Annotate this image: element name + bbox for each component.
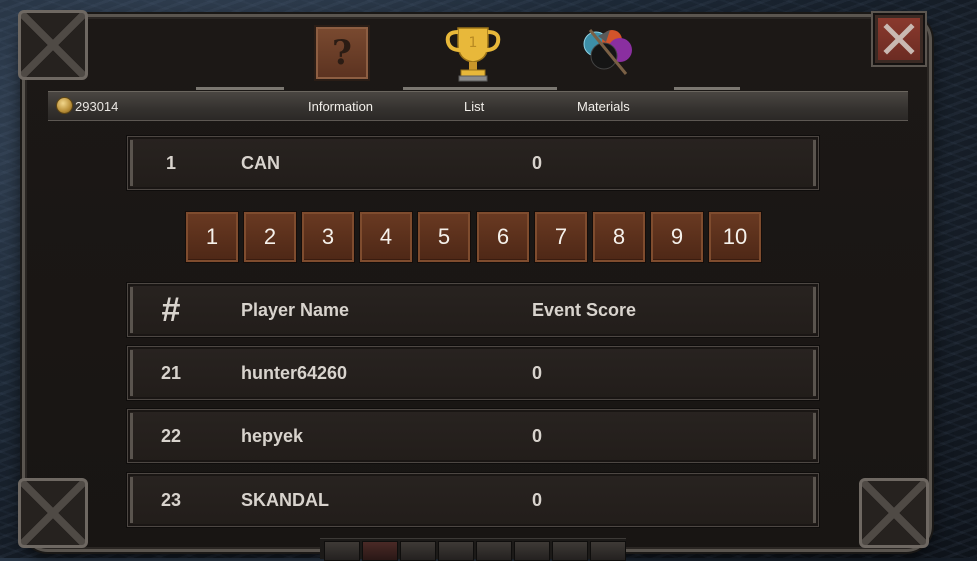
close-x-icon [883, 23, 915, 55]
helmet-icon[interactable] [400, 541, 436, 561]
rank-cell: 1 [165, 153, 176, 173]
tab-information[interactable]: Information [308, 99, 373, 114]
question-mark-icon[interactable]: ? [314, 25, 370, 81]
rifle-icon[interactable] [552, 541, 588, 561]
close-red-icon[interactable] [362, 541, 398, 561]
rank-cell: 21 [160, 363, 182, 383]
page-button[interactable]: 6 [476, 211, 530, 263]
materials-orbs-icon[interactable] [576, 22, 638, 84]
page-button[interactable]: 9 [650, 211, 704, 263]
player-name-cell: hunter64260 [241, 363, 348, 383]
corner-ornament-bottom-left [18, 478, 88, 548]
corner-ornament-bottom-right [859, 478, 929, 548]
my-rank-row: 1 CAN 0 [127, 136, 819, 190]
page-button[interactable]: 4 [359, 211, 413, 263]
player-name-header: Player Name [241, 300, 350, 320]
table-row[interactable]: 22 hepyek 0 [127, 409, 819, 463]
page-button[interactable]: 1 [185, 211, 239, 263]
anvil-icon[interactable] [476, 541, 512, 561]
feather-icon[interactable] [590, 541, 626, 561]
trophy-rank: 1 [469, 35, 478, 51]
tab-divider-line [674, 87, 740, 90]
corner-ornament-top-left [18, 10, 88, 80]
coin-icon [56, 97, 73, 114]
page-button[interactable]: 2 [243, 211, 297, 263]
rank-cell: 22 [160, 426, 182, 446]
info-glyph: ? [332, 33, 352, 73]
score-cell: 0 [532, 153, 543, 173]
page-button[interactable]: 7 [534, 211, 588, 263]
table-header-row: # Player Name Event Score [127, 283, 819, 337]
bottom-taskbar [320, 538, 626, 561]
page-button[interactable]: 3 [301, 211, 355, 263]
player-name-cell: CAN [241, 153, 280, 173]
tab-divider-line [403, 87, 557, 90]
rank-header: # [161, 291, 181, 329]
score-cell: 0 [532, 490, 543, 510]
table-row[interactable]: 23 SKANDAL 0 [127, 473, 819, 527]
page-button[interactable]: 10 [708, 211, 762, 263]
hero-icon[interactable] [324, 541, 360, 561]
tab-materials[interactable]: Materials [577, 99, 630, 114]
currency-value: 293014 [75, 99, 119, 114]
page-button[interactable]: 5 [417, 211, 471, 263]
trophy-icon[interactable]: 1 [442, 22, 504, 84]
fence-icon[interactable] [514, 541, 550, 561]
score-cell: 0 [532, 363, 543, 383]
player-name-cell: hepyek [241, 426, 304, 446]
player-name-cell: SKANDAL [241, 490, 329, 510]
rank-cell: 23 [160, 490, 182, 510]
table-row[interactable]: 21 hunter64260 0 [127, 346, 819, 400]
close-button[interactable] [873, 13, 925, 65]
page-button[interactable]: 8 [592, 211, 646, 263]
score-cell: 0 [532, 426, 543, 446]
tab-divider-line [196, 87, 284, 90]
event-score-header: Event Score [532, 300, 637, 320]
tab-list[interactable]: List [464, 99, 484, 114]
hammer-icon[interactable] [438, 541, 474, 561]
